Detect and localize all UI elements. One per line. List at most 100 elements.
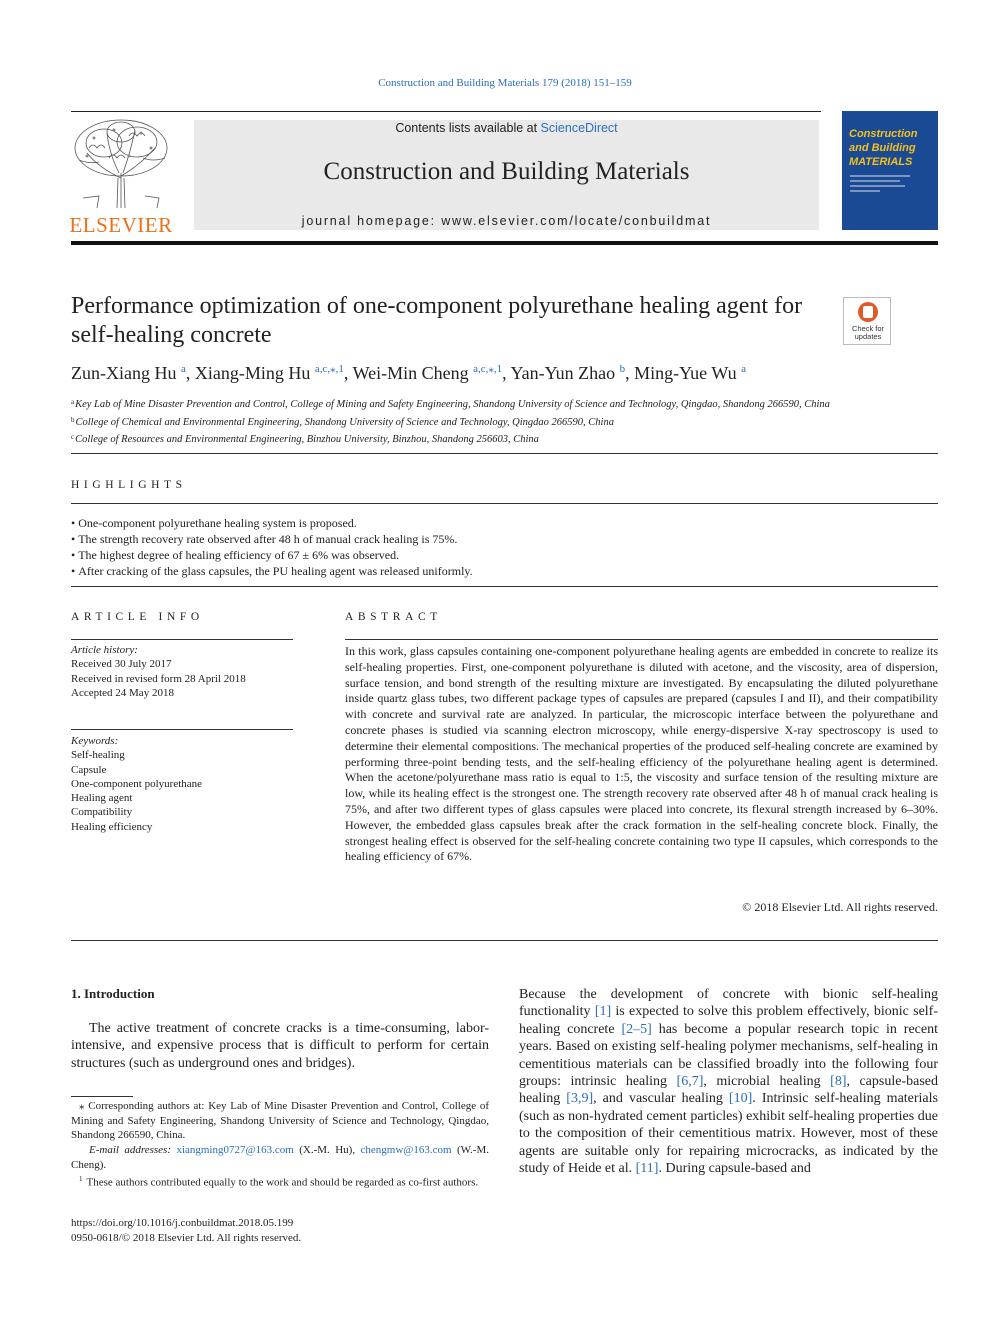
affiliations: aKey Lab of Mine Disaster Prevention and… [71, 395, 830, 448]
cover-title-line: Construction [849, 128, 918, 140]
abstract-text: In this work, glass capsules containing … [345, 644, 938, 864]
cover-title: Construction and Building MATERIALS [842, 111, 938, 169]
author-name[interactable]: Yan-Yun Zhao [510, 363, 615, 383]
sciencedirect-link[interactable]: ScienceDirect [541, 121, 618, 135]
keywords: Keywords: Self-healing Capsule One-compo… [71, 734, 293, 834]
header-bottom-rule [71, 241, 938, 245]
history-item: Received 30 July 2017 [71, 658, 172, 671]
check-for-updates-badge[interactable]: Check for updates [843, 297, 891, 345]
body-text: , microbial healing [703, 1074, 831, 1090]
homepage-label: journal homepage: [301, 214, 442, 228]
email-link[interactable]: chengmw@163.com [361, 1144, 452, 1156]
journal-cover-image[interactable]: Construction and Building MATERIALS [842, 111, 938, 230]
divider [345, 639, 938, 640]
history-item: Accepted 24 May 2018 [71, 686, 174, 699]
check-updates-line: updates [854, 332, 882, 341]
elsevier-tree-icon [74, 119, 168, 209]
body-text: , and vascular healing [593, 1091, 729, 1107]
intro-paragraph-right: Because the development of concrete with… [519, 986, 938, 1177]
highlight-item: The strength recovery rate observed afte… [71, 531, 473, 547]
affiliation-text: College of Resources and Environmental E… [75, 434, 539, 446]
header-top-rule [71, 111, 821, 112]
intro-paragraph-left: The active treatment of concrete cracks … [71, 1021, 489, 1071]
history-label: Article history: [71, 644, 138, 656]
contents-line: Contents lists available at ScienceDirec… [194, 121, 819, 135]
author-affiliation-sup[interactable]: a [741, 363, 746, 375]
keywords-label: Keywords: [71, 735, 119, 747]
keyword: Compatibility [71, 806, 133, 819]
cover-decoration [850, 175, 938, 192]
cover-title-line: and Building [849, 142, 916, 154]
elsevier-logo[interactable]: ELSEVIER [69, 118, 173, 237]
highlight-item: The highest degree of healing efficiency… [71, 547, 473, 563]
divider [71, 586, 938, 587]
affiliation-sup: a [71, 398, 75, 406]
divider [71, 729, 293, 730]
footnote-equal-text: These authors contributed equally to the… [86, 1176, 479, 1189]
citation-link[interactable]: [8] [830, 1074, 846, 1089]
affiliation-text: Key Lab of Mine Disaster Prevention and … [75, 399, 830, 410]
contents-prefix: Contents lists available at [395, 121, 541, 135]
journal-title: Construction and Building Materials [323, 158, 690, 185]
author-affiliation-sup[interactable]: a,c,⁎,1 [473, 363, 502, 375]
author-name[interactable]: Wei-Min Cheng [353, 363, 469, 383]
check-updates-icon [858, 302, 878, 322]
keyword: Healing agent [71, 792, 133, 805]
history-item: Received in revised form 28 April 2018 [71, 672, 246, 685]
divider [71, 503, 938, 504]
author-name[interactable]: Xiang-Ming Hu [195, 363, 311, 383]
highlights-heading: HIGHLIGHTS [71, 479, 187, 491]
abstract-heading: ABSTRACT [345, 611, 442, 623]
footnote-corresponding-text: ⁎ Corresponding authors at: Key Lab of M… [71, 1100, 489, 1142]
affiliation: aKey Lab of Mine Disaster Prevention and… [71, 395, 830, 413]
author-affiliation-sup[interactable]: a [181, 363, 186, 375]
section-heading-introduction: 1. Introduction [71, 986, 155, 1001]
email-owner: (X.-M. Hu), [293, 1144, 361, 1156]
footnote-sup: 1 [79, 1175, 83, 1183]
affiliation-sup: c [71, 433, 75, 442]
author-list: Zun-Xiang Hu a, Xiang-Ming Hu a,c,⁎,1, W… [71, 363, 746, 383]
citation-link[interactable]: [6,7] [677, 1074, 704, 1089]
highlight-item: One-component polyurethane healing syste… [71, 515, 473, 531]
article-history: Article history: Received 30 July 2017 R… [71, 643, 293, 700]
author-name[interactable]: Ming-Yue Wu [634, 363, 736, 383]
divider [71, 453, 938, 454]
keyword: Self-healing [71, 749, 125, 762]
article-title: Performance optimization of one-componen… [71, 293, 803, 348]
affiliation-sup: b [71, 415, 75, 424]
issn-line: 0950-0618/© 2018 Elsevier Ltd. All right… [71, 1232, 302, 1244]
check-updates-label: Check for updates [844, 325, 892, 341]
highlight-item: After cracking of the glass capsules, th… [71, 563, 472, 579]
footnote-emails: E-mail addresses: xiangming0727@163.com … [71, 1143, 489, 1172]
citation-link[interactable]: [11] [636, 1161, 659, 1176]
citation-link[interactable]: [1] [595, 1004, 611, 1019]
divider [71, 639, 293, 640]
journal-reference-link[interactable]: Construction and Building Materials 179 … [0, 77, 992, 89]
email-label: E-mail addresses: [89, 1144, 172, 1156]
abstract-copyright: © 2018 Elsevier Ltd. All rights reserved… [742, 900, 938, 914]
footnote-rule [71, 1096, 133, 1097]
author-affiliation-sup[interactable]: a,c,⁎,1 [315, 363, 344, 375]
doi-link[interactable]: https://doi.org/10.1016/j.conbuildmat.20… [71, 1216, 293, 1231]
footnote-equal-contribution: 1 These authors contributed equally to th… [71, 1172, 489, 1190]
cover-title-line: MATERIALS [849, 156, 913, 168]
journal-homepage: journal homepage: www.elsevier.com/locat… [194, 214, 819, 228]
article-info-heading: ARTICLE INFO [71, 611, 204, 623]
keyword: Capsule [71, 763, 107, 776]
citation-link[interactable]: [3,9] [566, 1091, 593, 1106]
homepage-url-link[interactable]: www.elsevier.com/locate/conbuildmat [441, 214, 711, 228]
email-link[interactable]: xiangming0727@163.com [176, 1144, 293, 1156]
affiliation: bCollege of Chemical and Environmental E… [71, 413, 830, 431]
footnote-corresponding: ⁎ Corresponding authors at: Key Lab of M… [71, 1099, 489, 1143]
divider [71, 940, 938, 941]
highlights-list: One-component polyurethane healing syste… [71, 515, 473, 579]
affiliation-text: College of Chemical and Environmental En… [75, 416, 614, 428]
citation-link[interactable]: [10] [729, 1091, 752, 1106]
citation-link[interactable]: [2–5] [621, 1022, 651, 1037]
keyword: One-component polyurethane [71, 777, 203, 790]
author-name[interactable]: Zun-Xiang Hu [71, 363, 176, 383]
body-text: . During capsule-based and [658, 1161, 811, 1177]
keyword: Healing efficiency [71, 820, 153, 833]
author-affiliation-sup[interactable]: b [620, 363, 626, 375]
publisher-name: ELSEVIER [69, 213, 173, 237]
